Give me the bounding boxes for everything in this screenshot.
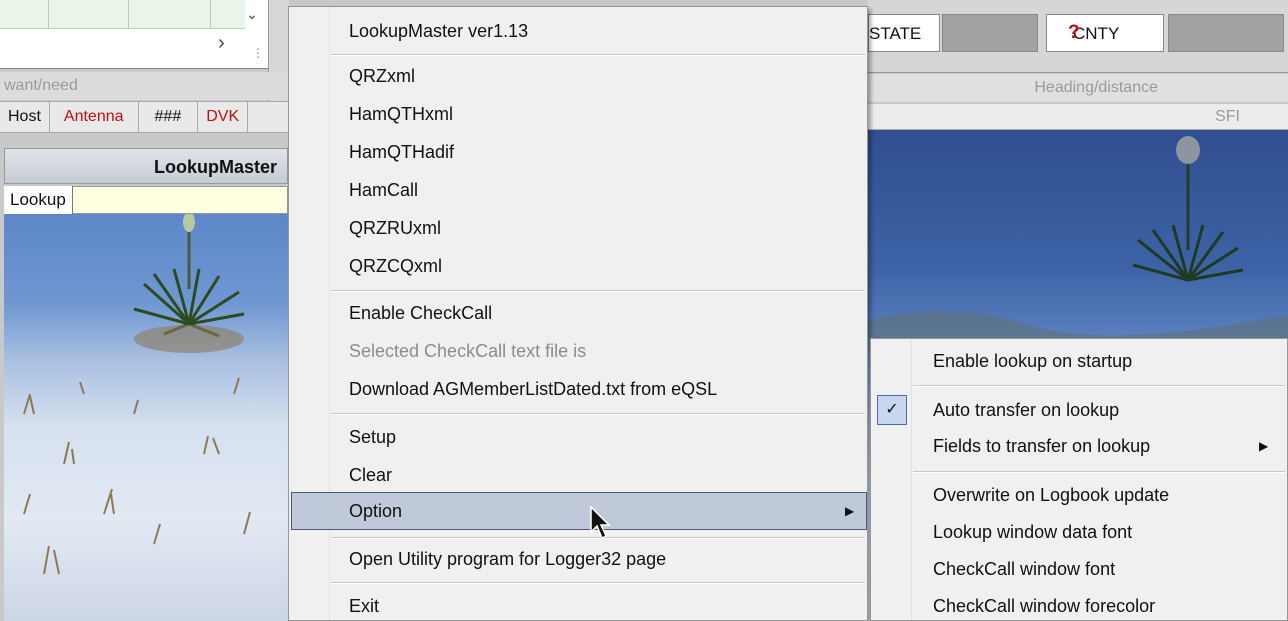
submenu-item-checkcall-forecolor[interactable]: CheckCall window forecolor bbox=[933, 592, 1155, 620]
menu-separator bbox=[331, 290, 865, 292]
submenu-item-auto-transfer[interactable]: Auto transfer on lookup bbox=[933, 396, 1119, 424]
grid-band bbox=[0, 0, 245, 29]
submenu-item-enable-lookup-startup[interactable]: Enable lookup on startup bbox=[933, 347, 1132, 375]
option-submenu: Enable lookup on startup ✓ Auto transfer… bbox=[870, 338, 1288, 621]
sfi-bar: SFI bbox=[868, 104, 1288, 130]
submenu-item-overwrite-logbook[interactable]: Overwrite on Logbook update bbox=[933, 481, 1169, 509]
menu-item-qrzcqxml[interactable]: QRZCQxml bbox=[349, 252, 442, 280]
submenu-item-fields-to-transfer[interactable]: Fields to transfer on lookup bbox=[933, 432, 1150, 460]
checkmark-icon: ✓ bbox=[877, 395, 907, 425]
menu-item-hamqthxml[interactable]: HamQTHxml bbox=[349, 100, 453, 128]
menu-item-download-agmemberlist[interactable]: Download AGMemberListDated.txt from eQSL bbox=[349, 375, 717, 403]
submenu-item-checkcall-font[interactable]: CheckCall window font bbox=[933, 555, 1115, 583]
menu-item-qrzxml[interactable]: QRZxml bbox=[349, 62, 415, 90]
menu-item-open-utility[interactable]: Open Utility program for Logger32 page bbox=[349, 545, 666, 573]
submenu-arrow-icon: ▶ bbox=[845, 504, 855, 518]
column-antenna[interactable]: Antenna bbox=[50, 102, 139, 132]
scroll-down-icon[interactable]: ⌄ bbox=[246, 6, 258, 23]
menu-separator bbox=[331, 582, 865, 584]
cnty-label: CNTY bbox=[1046, 14, 1164, 52]
submenu-arrow-icon: ▶ bbox=[1259, 439, 1269, 453]
menu-item-selected-checkcall: Selected CheckCall text file is bbox=[349, 341, 587, 361]
menu-item-hamcall[interactable]: HamCall bbox=[349, 176, 418, 204]
lookupmaster-context-menu: LookupMaster ver1.13 QRZxml HamQTHxml Ha… bbox=[288, 6, 868, 621]
cnty-flag-icon: ? bbox=[1068, 22, 1080, 43]
menu-title-version[interactable]: LookupMaster ver1.13 bbox=[349, 17, 528, 45]
menu-item-qrzruxml[interactable]: QRZRUxml bbox=[349, 214, 441, 242]
column-header-row: Host Antenna ### DVK bbox=[0, 101, 288, 133]
menu-separator bbox=[913, 471, 1285, 473]
state-field[interactable] bbox=[942, 14, 1038, 52]
lookupmaster-panel-title: LookupMaster bbox=[4, 148, 288, 184]
menu-item-option[interactable]: Option bbox=[349, 497, 402, 525]
column-number[interactable]: ### bbox=[139, 102, 199, 132]
cnty-field[interactable] bbox=[1168, 14, 1284, 52]
column-dvk[interactable]: DVK bbox=[198, 102, 249, 132]
menu-item-enable-checkcall[interactable]: Enable CheckCall bbox=[349, 299, 492, 327]
menu-item-exit[interactable]: Exit bbox=[349, 592, 379, 620]
lookup-tab[interactable]: Lookup bbox=[4, 186, 73, 214]
menu-separator bbox=[331, 54, 865, 56]
menu-item-hamqthadif[interactable]: HamQTHadif bbox=[349, 138, 454, 166]
submenu-icon-gutter bbox=[871, 339, 912, 620]
want-need-bar: want/need bbox=[0, 72, 288, 100]
heading-distance-bar: Heading/distance bbox=[868, 74, 1288, 102]
background-photo-left bbox=[4, 214, 288, 621]
menu-separator bbox=[331, 413, 865, 415]
callsign-grid bbox=[0, 0, 268, 69]
menu-item-setup[interactable]: Setup bbox=[349, 423, 396, 451]
menu-separator bbox=[913, 385, 1285, 387]
state-label: STATE bbox=[868, 14, 940, 52]
column-host[interactable]: Host bbox=[0, 102, 50, 132]
scroll-right-icon[interactable]: › bbox=[218, 32, 225, 55]
menu-item-clear[interactable]: Clear bbox=[349, 461, 392, 489]
submenu-item-lookup-font[interactable]: Lookup window data font bbox=[933, 518, 1132, 546]
